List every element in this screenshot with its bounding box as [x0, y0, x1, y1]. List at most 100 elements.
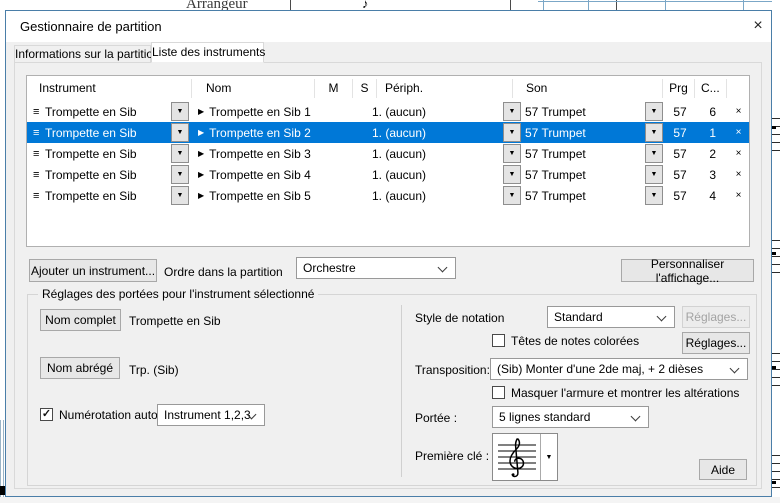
- staff-name-value: Trompette en Sib 2: [209, 126, 324, 140]
- sound-dropdown-button[interactable]: ▼: [645, 165, 663, 184]
- device-dropdown-button[interactable]: ▼: [503, 186, 521, 205]
- score-order-select[interactable]: Orchestre: [296, 257, 456, 279]
- play-icon[interactable]: ▶: [198, 170, 204, 179]
- device-dropdown-button[interactable]: ▼: [503, 102, 521, 121]
- instrument-value: Trompette en Sib: [45, 147, 171, 161]
- mute-cell[interactable]: [324, 164, 350, 185]
- instrument-dropdown-button[interactable]: ▼: [171, 165, 189, 184]
- table-row[interactable]: ≡Trompette en Sib▼ ▶Trompette en Sib 4 1…: [27, 164, 749, 185]
- dropdown-arrow-icon: ▼: [651, 150, 658, 157]
- staff-type-select[interactable]: 5 lignes standard: [492, 406, 649, 428]
- dropdown-arrow-icon: ▼: [509, 129, 516, 136]
- staff-name-value: Trompette en Sib 3: [209, 147, 324, 161]
- sound-dropdown-button[interactable]: ▼: [645, 123, 663, 142]
- drag-handle-icon[interactable]: ≡: [33, 190, 45, 202]
- drag-handle-icon[interactable]: ≡: [33, 106, 45, 118]
- mute-cell[interactable]: [324, 101, 350, 122]
- auto-numbering-checkbox[interactable]: ✓: [40, 408, 53, 421]
- score-order-value: Orchestre: [303, 261, 356, 275]
- tab-score-info[interactable]: Informations sur la partition: [14, 45, 151, 63]
- dropdown-arrow-icon: ▼: [509, 171, 516, 178]
- header-nom: Nom: [192, 79, 315, 98]
- instrument-value: Trompette en Sib: [45, 126, 171, 140]
- sound-dropdown-button[interactable]: ▼: [645, 186, 663, 205]
- colored-noteheads-label: Têtes de notes colorées: [511, 334, 639, 348]
- instrument-dropdown-button[interactable]: ▼: [171, 123, 189, 142]
- dropdown-arrow-icon: ▼: [177, 129, 184, 136]
- remove-row-icon[interactable]: ×: [728, 185, 749, 206]
- remove-row-icon[interactable]: ×: [728, 101, 749, 122]
- drag-handle-icon[interactable]: ≡: [33, 148, 45, 160]
- device-dropdown-button[interactable]: ▼: [503, 123, 521, 142]
- sound-dropdown-button[interactable]: ▼: [645, 144, 663, 163]
- staff-type-label: Portée :: [415, 411, 457, 425]
- play-icon[interactable]: ▶: [198, 107, 204, 116]
- device-dropdown-button[interactable]: ▼: [503, 144, 521, 163]
- device-value: 1. (aucun): [372, 189, 503, 203]
- chevron-down-icon: [730, 364, 740, 374]
- drag-handle-icon[interactable]: ≡: [33, 169, 45, 181]
- device-value: 1. (aucun): [372, 147, 503, 161]
- auto-numbering-label: Numérotation auto: [59, 408, 158, 422]
- drag-handle-icon[interactable]: ≡: [33, 127, 45, 139]
- mute-cell[interactable]: [324, 122, 350, 143]
- table-row[interactable]: ≡Trompette en Sib▼ ▶Trompette en Sib 1 1…: [27, 101, 749, 122]
- device-value: 1. (aucun): [372, 168, 503, 182]
- first-clef-button[interactable]: ▼: [492, 433, 558, 481]
- dropdown-arrow-icon: ▼: [651, 171, 658, 178]
- transposition-select[interactable]: (Sib) Monter d'une 2de maj, + 2 dièses: [490, 358, 748, 380]
- instrument-list-pane: Instrument Nom M S Périph. Son Prg C... …: [14, 62, 762, 489]
- customize-view-button[interactable]: Personnaliser l'affichage...: [621, 259, 754, 282]
- table-row-selected[interactable]: ≡Trompette en Sib ▼ ▶ Trompette en Sib 2 1…: [27, 122, 749, 143]
- mute-cell[interactable]: [324, 143, 350, 164]
- transposition-label: Transposition:: [415, 363, 490, 377]
- auto-numbering-select[interactable]: Instrument 1,2,3: [157, 404, 265, 426]
- instrument-dropdown-button[interactable]: ▼: [171, 186, 189, 205]
- program-value: 57: [664, 143, 696, 164]
- play-icon[interactable]: ▶: [198, 191, 204, 200]
- play-icon[interactable]: ▶: [198, 128, 204, 137]
- colored-noteheads-settings-button[interactable]: Réglages...: [682, 332, 750, 354]
- play-icon[interactable]: ▶: [198, 149, 204, 158]
- dropdown-arrow-icon: ▼: [509, 192, 516, 199]
- instrument-dropdown-button[interactable]: ▼: [171, 102, 189, 121]
- toolbar-divider: [510, 0, 511, 10]
- channel-value: 1: [696, 122, 728, 143]
- full-name-button[interactable]: Nom complet: [40, 309, 121, 331]
- staff-name-value: Trompette en Sib 1: [209, 105, 324, 119]
- table-row[interactable]: ≡Trompette en Sib▼ ▶Trompette en Sib 5 1…: [27, 185, 749, 206]
- dropdown-arrow-icon: ▼: [177, 171, 184, 178]
- sound-dropdown-button[interactable]: ▼: [645, 102, 663, 121]
- channel-value: 2: [696, 143, 728, 164]
- channel-value: 3: [696, 164, 728, 185]
- table-row[interactable]: ≡Trompette en Sib▼ ▶Trompette en Sib 3 1…: [27, 143, 749, 164]
- close-icon[interactable]: ×: [746, 16, 770, 37]
- tab-instrument-list[interactable]: Liste des instruments: [151, 42, 264, 63]
- abbreviated-name-button[interactable]: Nom abrégé: [40, 357, 120, 379]
- help-button[interactable]: Aide: [699, 459, 747, 480]
- dropdown-arrow-icon: ▼: [651, 129, 658, 136]
- chevron-down-icon: [631, 412, 641, 422]
- device-value: 1. (aucun): [372, 126, 503, 140]
- remove-row-icon[interactable]: ×: [728, 122, 749, 143]
- remove-row-icon[interactable]: ×: [728, 143, 749, 164]
- group-divider: [401, 305, 402, 477]
- add-instrument-button[interactable]: Ajouter un instrument...: [29, 259, 157, 282]
- check-icon: ✓: [42, 409, 51, 420]
- full-name-value: Trompette en Sib: [129, 314, 221, 328]
- score-manager-dialog: Gestionnaire de partition × Informations…: [5, 10, 772, 497]
- mute-cell[interactable]: [324, 185, 350, 206]
- screen: Arrangeur ♪ Gestionnaire de partition ×: [0, 0, 780, 503]
- header-instrument: Instrument: [27, 79, 192, 98]
- colored-noteheads-checkbox[interactable]: [492, 334, 505, 347]
- hide-key-signature-checkbox[interactable]: [492, 386, 505, 399]
- instrument-dropdown-button[interactable]: ▼: [171, 144, 189, 163]
- toolbar-border: [538, 1, 772, 2]
- header-m: M: [315, 79, 353, 98]
- device-dropdown-button[interactable]: ▼: [503, 165, 521, 184]
- program-value: 57: [664, 164, 696, 185]
- instrument-value: Trompette en Sib: [45, 105, 171, 119]
- remove-row-icon[interactable]: ×: [728, 164, 749, 185]
- clef-dropdown-button[interactable]: ▼: [540, 434, 557, 480]
- notation-style-select[interactable]: Standard: [547, 306, 675, 328]
